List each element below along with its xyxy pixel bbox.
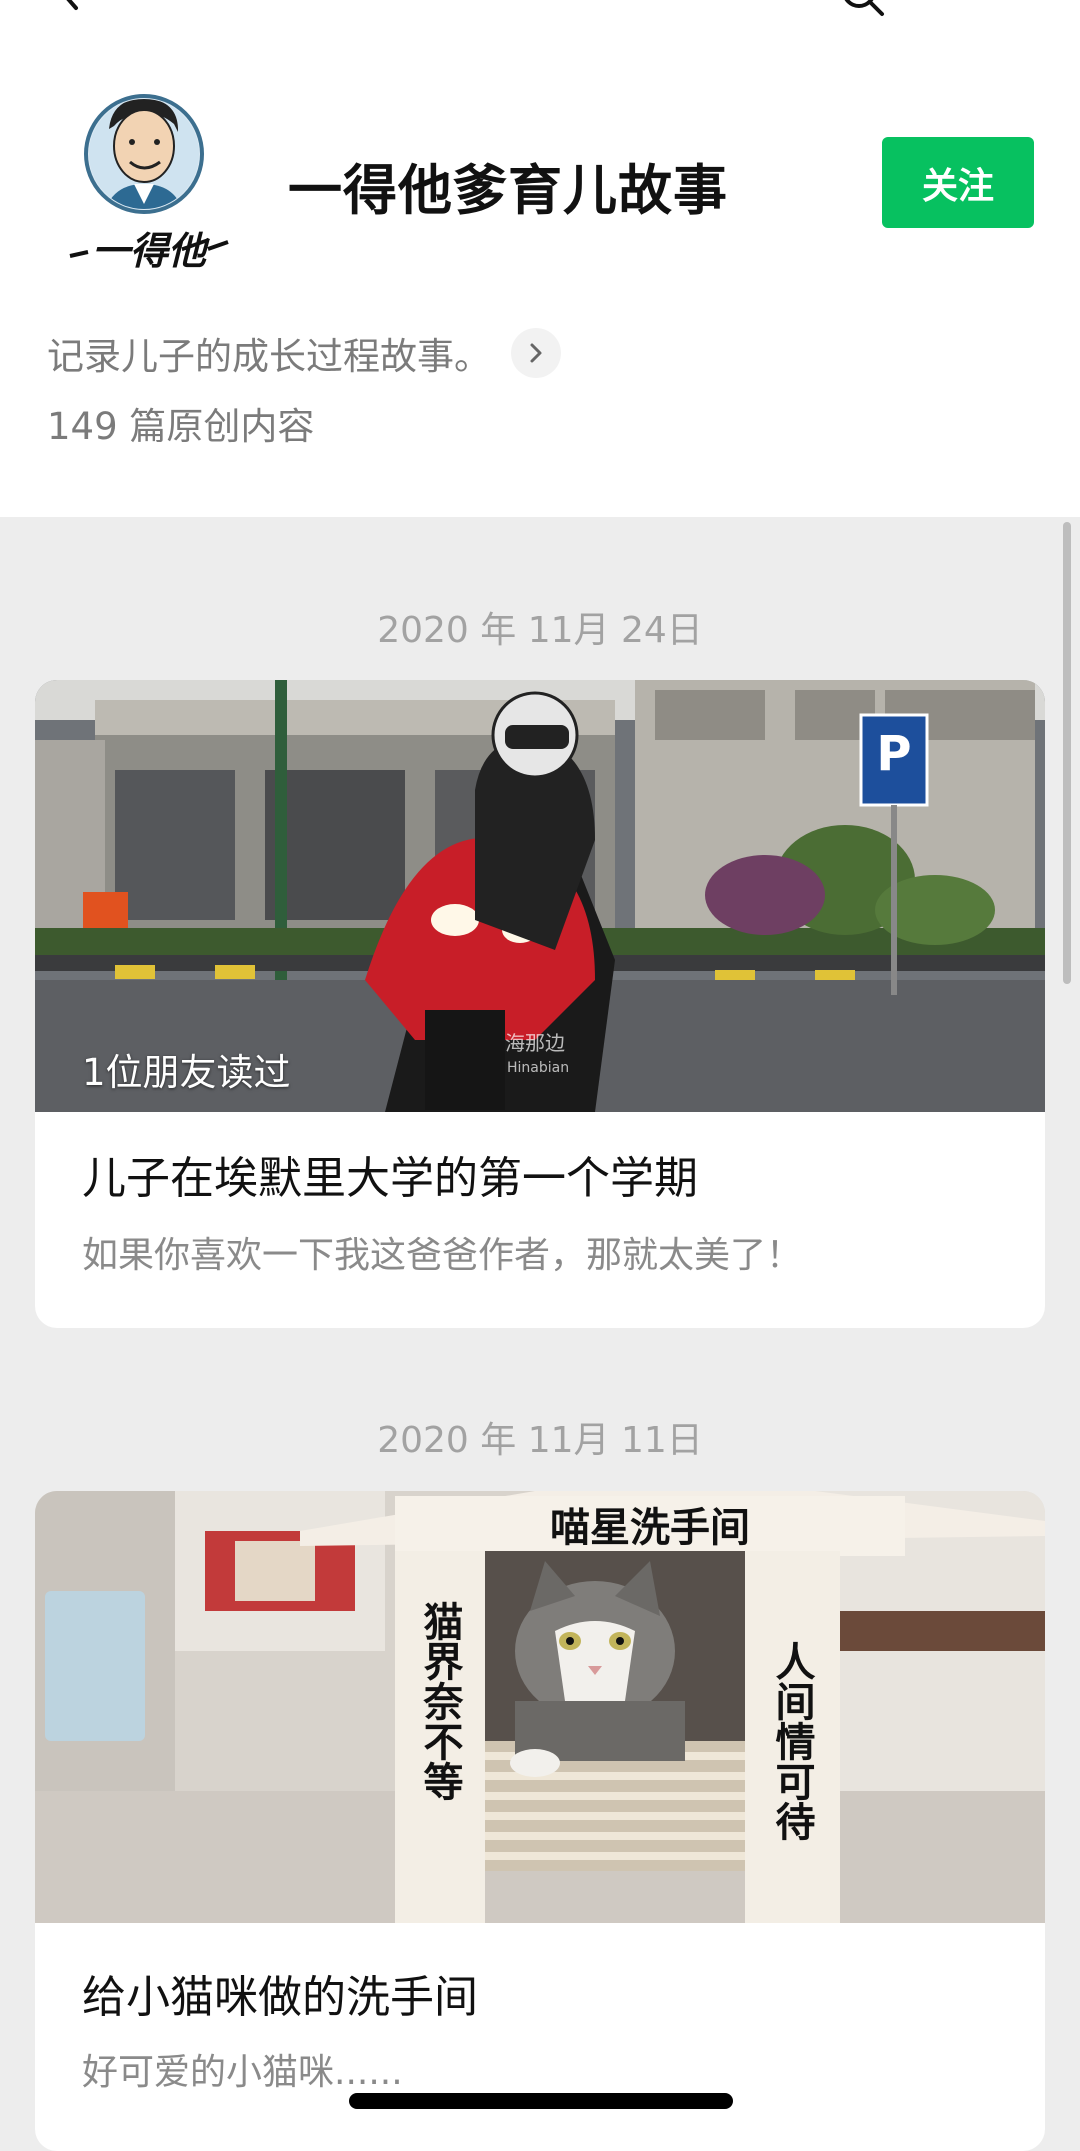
article-title[interactable]: 给小猫咪做的洗手间 (82, 1961, 478, 2025)
article-card[interactable]: P 海那边 Hinabian 1位朋友读过 儿子在埃默里大学的第一个学期 如果你… (35, 680, 1045, 1328)
watermark-subtext: Hinabian (507, 1060, 569, 1076)
article-summary: 如果你喜欢一下我这爸爸作者，那就太美了！ (82, 1235, 803, 1276)
search-icon[interactable] (838, 0, 888, 20)
account-name: 一得他爹育儿故事 (288, 159, 728, 222)
avatar-signature: 一得他 (92, 228, 211, 273)
article-date: 2020 年 11月 11日 (377, 1420, 703, 1461)
chevron-right-icon[interactable] (511, 328, 561, 378)
home-indicator[interactable] (349, 2093, 733, 2109)
follow-button[interactable]: 关注 (882, 137, 1034, 228)
description-row[interactable]: 记录儿子的成长过程故事。 (47, 325, 561, 381)
article-card[interactable]: 喵星洗手间 猫界奈不等 人间情可待 给小猫咪做的洗手间 好可爱的小猫咪.....… (35, 1491, 1045, 2151)
account-header: 一得他 一得他爹育儿故事 关注 记录儿子的成长过程故事。 149 篇原创内容 (0, 0, 1080, 517)
watermark-text: 海那边 (505, 1031, 565, 1055)
account-description: 记录儿子的成长过程故事。 (47, 335, 491, 378)
sign-top-text: 喵星洗手间 (550, 1504, 750, 1551)
sign-right-text: 人间情可待 (769, 1641, 816, 1841)
svg-text:P: P (876, 726, 911, 782)
cat-photo: 喵星洗手间 猫界奈不等 人间情可待 (35, 1491, 1045, 1923)
scrollbar[interactable] (1063, 522, 1071, 984)
sign-left-text: 猫界奈不等 (417, 1601, 465, 1801)
original-count: 149 篇原创内容 (47, 405, 315, 448)
back-icon[interactable] (48, 0, 88, 12)
article-date: 2020 年 11月 24日 (377, 610, 703, 651)
article-summary: 好可爱的小猫咪...... (82, 2052, 403, 2093)
avatar[interactable]: 一得他 (64, 84, 234, 284)
article-title[interactable]: 儿子在埃默里大学的第一个学期 (82, 1142, 698, 1206)
friends-read-label: 1位朋友读过 (82, 1051, 291, 1094)
